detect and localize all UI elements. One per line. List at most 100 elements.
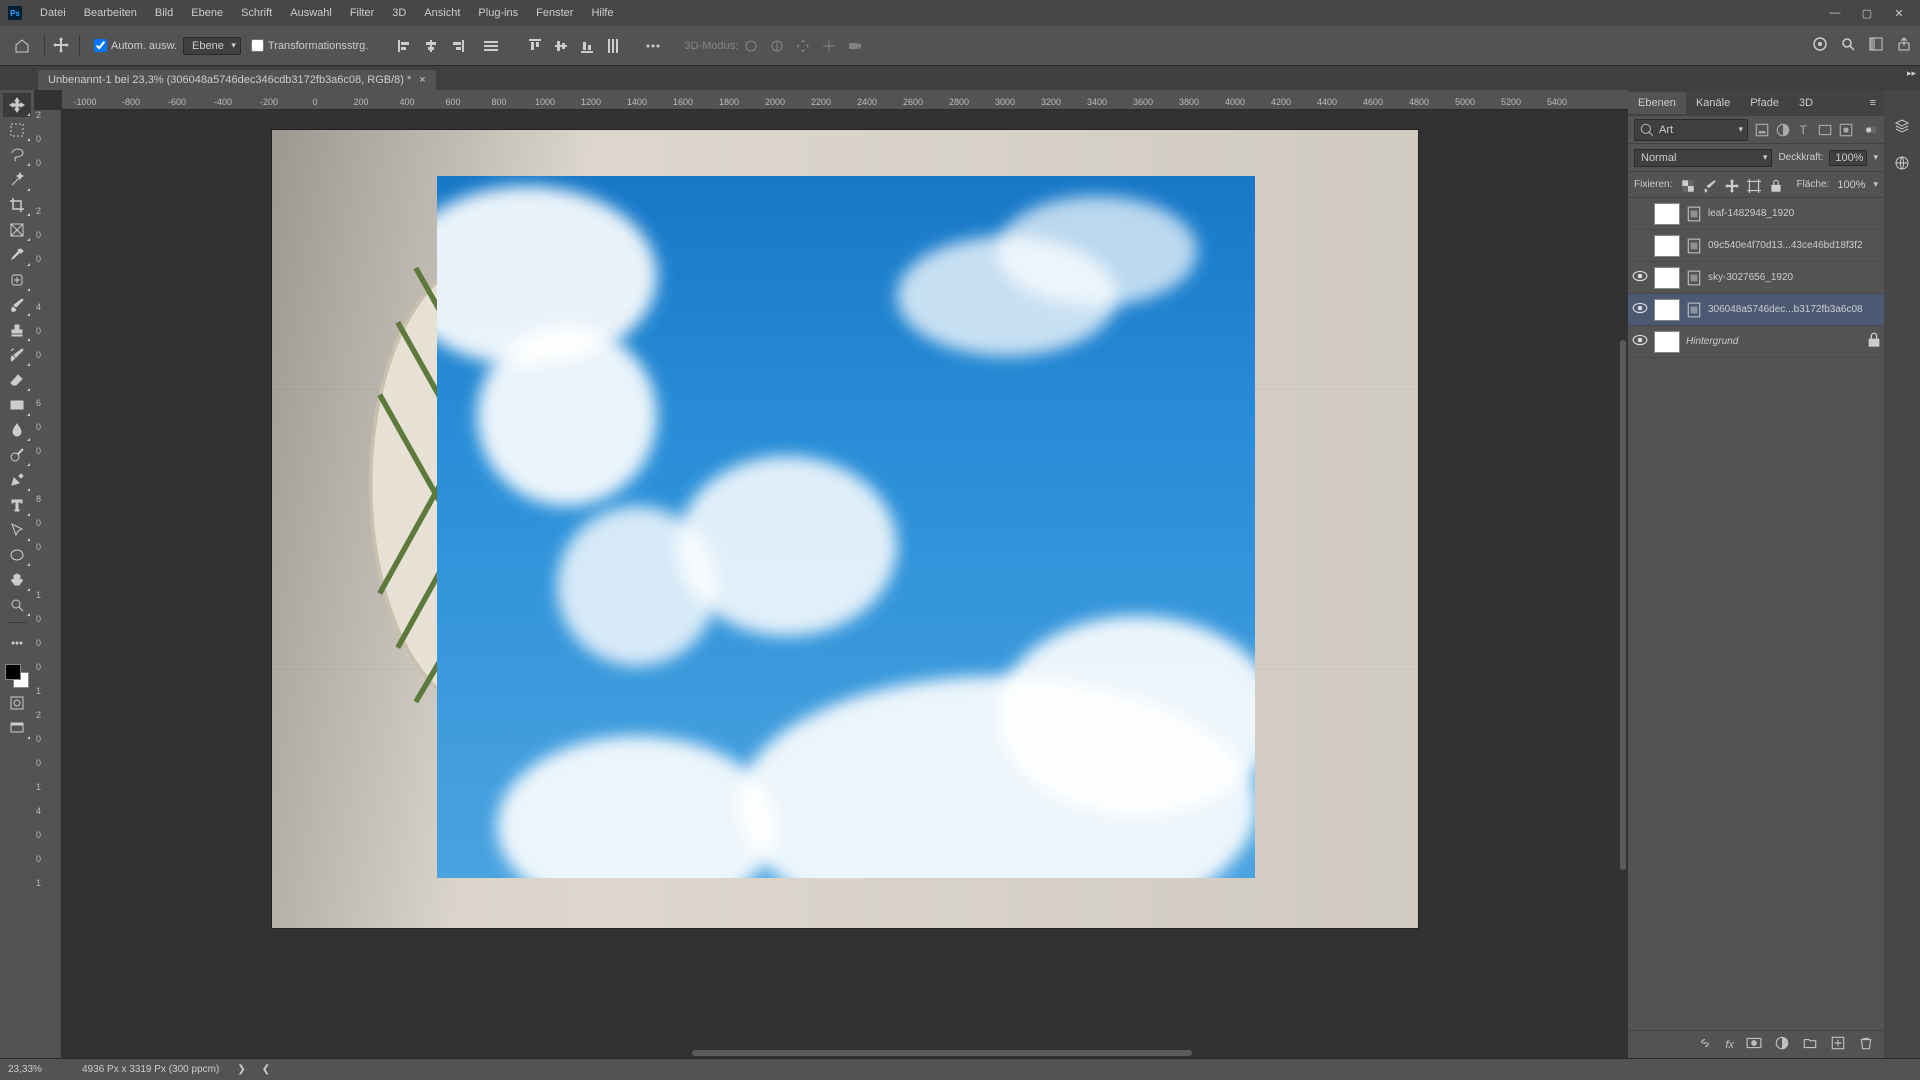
mask-button[interactable] <box>1746 1035 1762 1054</box>
share-button[interactable] <box>1896 36 1912 55</box>
brush-tool[interactable] <box>3 293 31 317</box>
horizontal-scrollbar[interactable] <box>692 1050 1192 1056</box>
eraser-tool[interactable] <box>3 368 31 392</box>
panel-menu-button[interactable]: ≡ <box>1862 97 1884 109</box>
menu-hilfe[interactable]: Hilfe <box>583 3 621 23</box>
opacity-value[interactable]: 100% <box>1829 150 1867 166</box>
layer-thumbnail[interactable] <box>1654 331 1680 353</box>
lock-brush-icon[interactable] <box>1702 178 1716 192</box>
edit-toolbar-button[interactable] <box>3 631 31 655</box>
layer-name[interactable]: 09c540e4f70d13...43ce46bd18f3f2 <box>1708 240 1880 251</box>
crop-tool[interactable] <box>3 193 31 217</box>
group-button[interactable] <box>1802 1035 1818 1054</box>
path-select-tool[interactable] <box>3 518 31 542</box>
filter-smart-icon[interactable] <box>1838 122 1853 137</box>
menu-bearbeiten[interactable]: Bearbeiten <box>76 3 145 23</box>
transform-controls-checkbox[interactable]: Transformationsstrg. <box>251 39 368 52</box>
align-right-button[interactable] <box>446 35 468 57</box>
hand-tool[interactable] <box>3 568 31 592</box>
ruler-horizontal[interactable]: -1000-800-600-400-2000200400600800100012… <box>62 90 1628 110</box>
menu-filter[interactable]: Filter <box>342 3 382 23</box>
menu-3d[interactable]: 3D <box>384 3 414 23</box>
layer-row[interactable]: leaf-1482948_1920 <box>1628 198 1884 230</box>
visibility-toggle[interactable] <box>1632 332 1648 351</box>
workspace-button[interactable] <box>1868 36 1884 55</box>
new-layer-button[interactable] <box>1830 1035 1846 1054</box>
lock-position-icon[interactable] <box>1724 178 1738 192</box>
tab-pfade[interactable]: Pfade <box>1740 92 1789 114</box>
maximize-button[interactable]: ▢ <box>1860 7 1874 20</box>
document-canvas[interactable] <box>272 130 1418 928</box>
lock-all-icon[interactable] <box>1768 178 1782 192</box>
layer-name[interactable]: sky-3027656_1920 <box>1708 272 1880 283</box>
blur-tool[interactable] <box>3 418 31 442</box>
screenmode-button[interactable] <box>3 716 31 740</box>
minimize-button[interactable]: — <box>1828 7 1842 20</box>
fg-color[interactable] <box>5 664 21 680</box>
fill-value[interactable]: 100% <box>1837 179 1865 191</box>
menu-auswahl[interactable]: Auswahl <box>282 3 340 23</box>
filter-pixel-icon[interactable] <box>1754 122 1769 137</box>
lock-pixels-icon[interactable] <box>1680 178 1694 192</box>
visibility-toggle[interactable] <box>1632 300 1648 319</box>
healing-brush-tool[interactable] <box>3 268 31 292</box>
menu-bild[interactable]: Bild <box>147 3 181 23</box>
properties-panel-icon[interactable] <box>1894 155 1910 174</box>
marquee-tool[interactable] <box>3 118 31 142</box>
gradient-tool[interactable] <box>3 393 31 417</box>
collapse-panels-icon[interactable]: ▸▸ <box>1907 68 1916 79</box>
more-options-button[interactable] <box>642 35 664 57</box>
magic-wand-tool[interactable] <box>3 168 31 192</box>
blend-mode-dropdown[interactable]: Normal <box>1634 149 1772 167</box>
align-bottom-button[interactable] <box>576 35 598 57</box>
status-nav-left[interactable]: ❮ <box>262 1064 270 1075</box>
menu-ebene[interactable]: Ebene <box>183 3 231 23</box>
close-button[interactable]: ✕ <box>1892 7 1906 20</box>
fx-button[interactable]: fx <box>1725 1039 1734 1051</box>
tab-kanaele[interactable]: Kanäle <box>1686 92 1740 114</box>
auto-select-input[interactable] <box>94 39 107 52</box>
layer-name[interactable]: leaf-1482948_1920 <box>1708 208 1880 219</box>
eyedropper-tool[interactable] <box>3 243 31 267</box>
align-vcenter-button[interactable] <box>550 35 572 57</box>
history-brush-tool[interactable] <box>3 343 31 367</box>
layer-thumbnail[interactable] <box>1654 267 1680 289</box>
distribute-button[interactable] <box>480 35 502 57</box>
tab-ebenen[interactable]: Ebenen <box>1628 92 1686 114</box>
chevron-down-icon[interactable]: ▾ <box>1873 152 1878 163</box>
doc-info[interactable]: 4936 Px x 3319 Px (300 ppcm) <box>82 1064 219 1075</box>
tab-3d[interactable]: 3D <box>1789 92 1823 114</box>
layer-row[interactable]: sky-3027656_1920 <box>1628 262 1884 294</box>
visibility-toggle[interactable] <box>1632 268 1648 287</box>
color-swatches[interactable] <box>3 662 31 690</box>
stamp-tool[interactable] <box>3 318 31 342</box>
layer-name[interactable]: Hintergrund <box>1686 336 1860 347</box>
chevron-down-icon[interactable]: ▾ <box>1873 179 1878 190</box>
align-left-button[interactable] <box>394 35 416 57</box>
home-button[interactable] <box>8 32 36 60</box>
menu-schrift[interactable]: Schrift <box>233 3 280 23</box>
search-button[interactable] <box>1840 36 1856 55</box>
filter-type-icon[interactable]: T <box>1796 122 1811 137</box>
status-nav-right[interactable]: ❯ <box>237 1064 245 1075</box>
zoom-tool[interactable] <box>3 593 31 617</box>
auto-select-target-dropdown[interactable]: Ebene <box>183 37 241 55</box>
lasso-tool[interactable] <box>3 143 31 167</box>
lock-artboard-icon[interactable] <box>1746 178 1760 192</box>
layer-row[interactable]: 09c540e4f70d13...43ce46bd18f3f2 <box>1628 230 1884 262</box>
menu-datei[interactable]: Datei <box>32 3 74 23</box>
auto-select-checkbox[interactable]: Autom. ausw. <box>94 39 177 52</box>
type-tool[interactable] <box>3 493 31 517</box>
layer-row[interactable]: 306048a5746dec...b3172fb3a6c08 <box>1628 294 1884 326</box>
layer-thumbnail[interactable] <box>1654 235 1680 257</box>
layers-panel-icon[interactable] <box>1894 118 1910 137</box>
filter-shape-icon[interactable] <box>1817 122 1832 137</box>
align-top-button[interactable] <box>524 35 546 57</box>
filter-toggle[interactable] <box>1863 122 1878 137</box>
workarea[interactable] <box>62 110 1628 1058</box>
menu-fenster[interactable]: Fenster <box>528 3 581 23</box>
link-layers-button[interactable] <box>1697 1035 1713 1054</box>
pen-tool[interactable] <box>3 468 31 492</box>
menu-plugins[interactable]: Plug-ins <box>470 3 526 23</box>
zoom-display[interactable]: 23,33% <box>8 1064 68 1075</box>
